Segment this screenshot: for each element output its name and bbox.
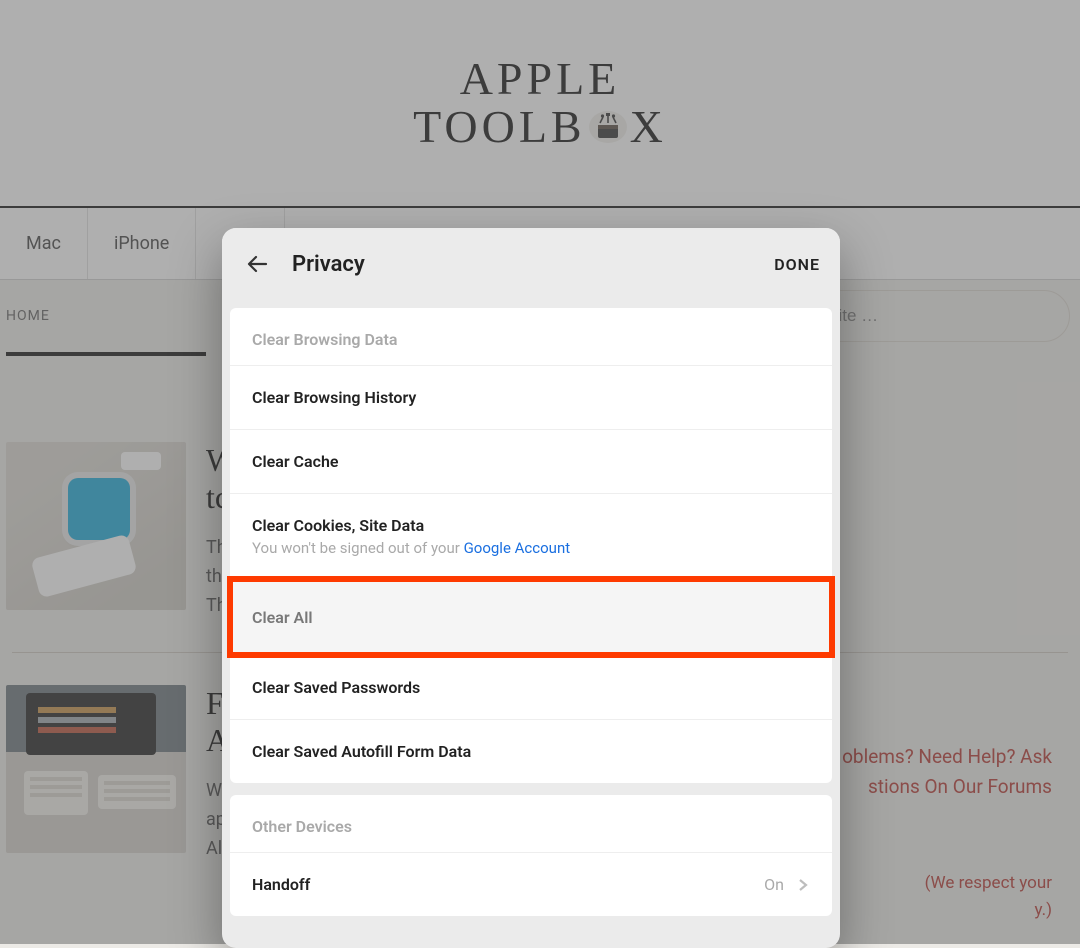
modal-title: Privacy <box>292 252 365 277</box>
row-subtext: You won't be signed out of your Google A… <box>252 539 570 557</box>
row-label: Clear Browsing History <box>252 388 416 407</box>
row-value: On <box>764 875 810 894</box>
row-clear-cookies[interactable]: Clear Cookies, Site Data You won't be si… <box>230 493 832 579</box>
modal-header: Privacy DONE <box>222 228 840 300</box>
row-label: Clear Cache <box>252 452 339 471</box>
row-label: Clear Saved Autofill Form Data <box>252 742 471 761</box>
chevron-right-icon <box>796 878 810 892</box>
row-label: Clear All <box>252 608 313 627</box>
row-clear-autofill[interactable]: Clear Saved Autofill Form Data <box>230 719 832 783</box>
row-clear-all[interactable]: Clear All <box>230 579 832 655</box>
back-button[interactable] <box>236 242 280 286</box>
row-label: Handoff <box>252 875 310 894</box>
section-label: Other Devices <box>230 795 832 852</box>
section-label: Clear Browsing Data <box>230 308 832 365</box>
row-label: Clear Cookies, Site Data <box>252 516 424 535</box>
row-clear-cache[interactable]: Clear Cache <box>230 429 832 493</box>
privacy-modal: Privacy DONE Clear Browsing Data Clear B… <box>222 228 840 948</box>
row-clear-passwords[interactable]: Clear Saved Passwords <box>230 655 832 719</box>
row-clear-history[interactable]: Clear Browsing History <box>230 365 832 429</box>
row-handoff[interactable]: Handoff On <box>230 852 832 916</box>
panel-clear-data: Clear Browsing Data Clear Browsing Histo… <box>230 308 832 783</box>
google-account-link[interactable]: Google Account <box>464 539 571 557</box>
row-label: Clear Saved Passwords <box>252 678 420 697</box>
done-button[interactable]: DONE <box>774 255 820 274</box>
arrow-left-icon <box>246 252 270 276</box>
panel-other-devices: Other Devices Handoff On <box>230 795 832 916</box>
